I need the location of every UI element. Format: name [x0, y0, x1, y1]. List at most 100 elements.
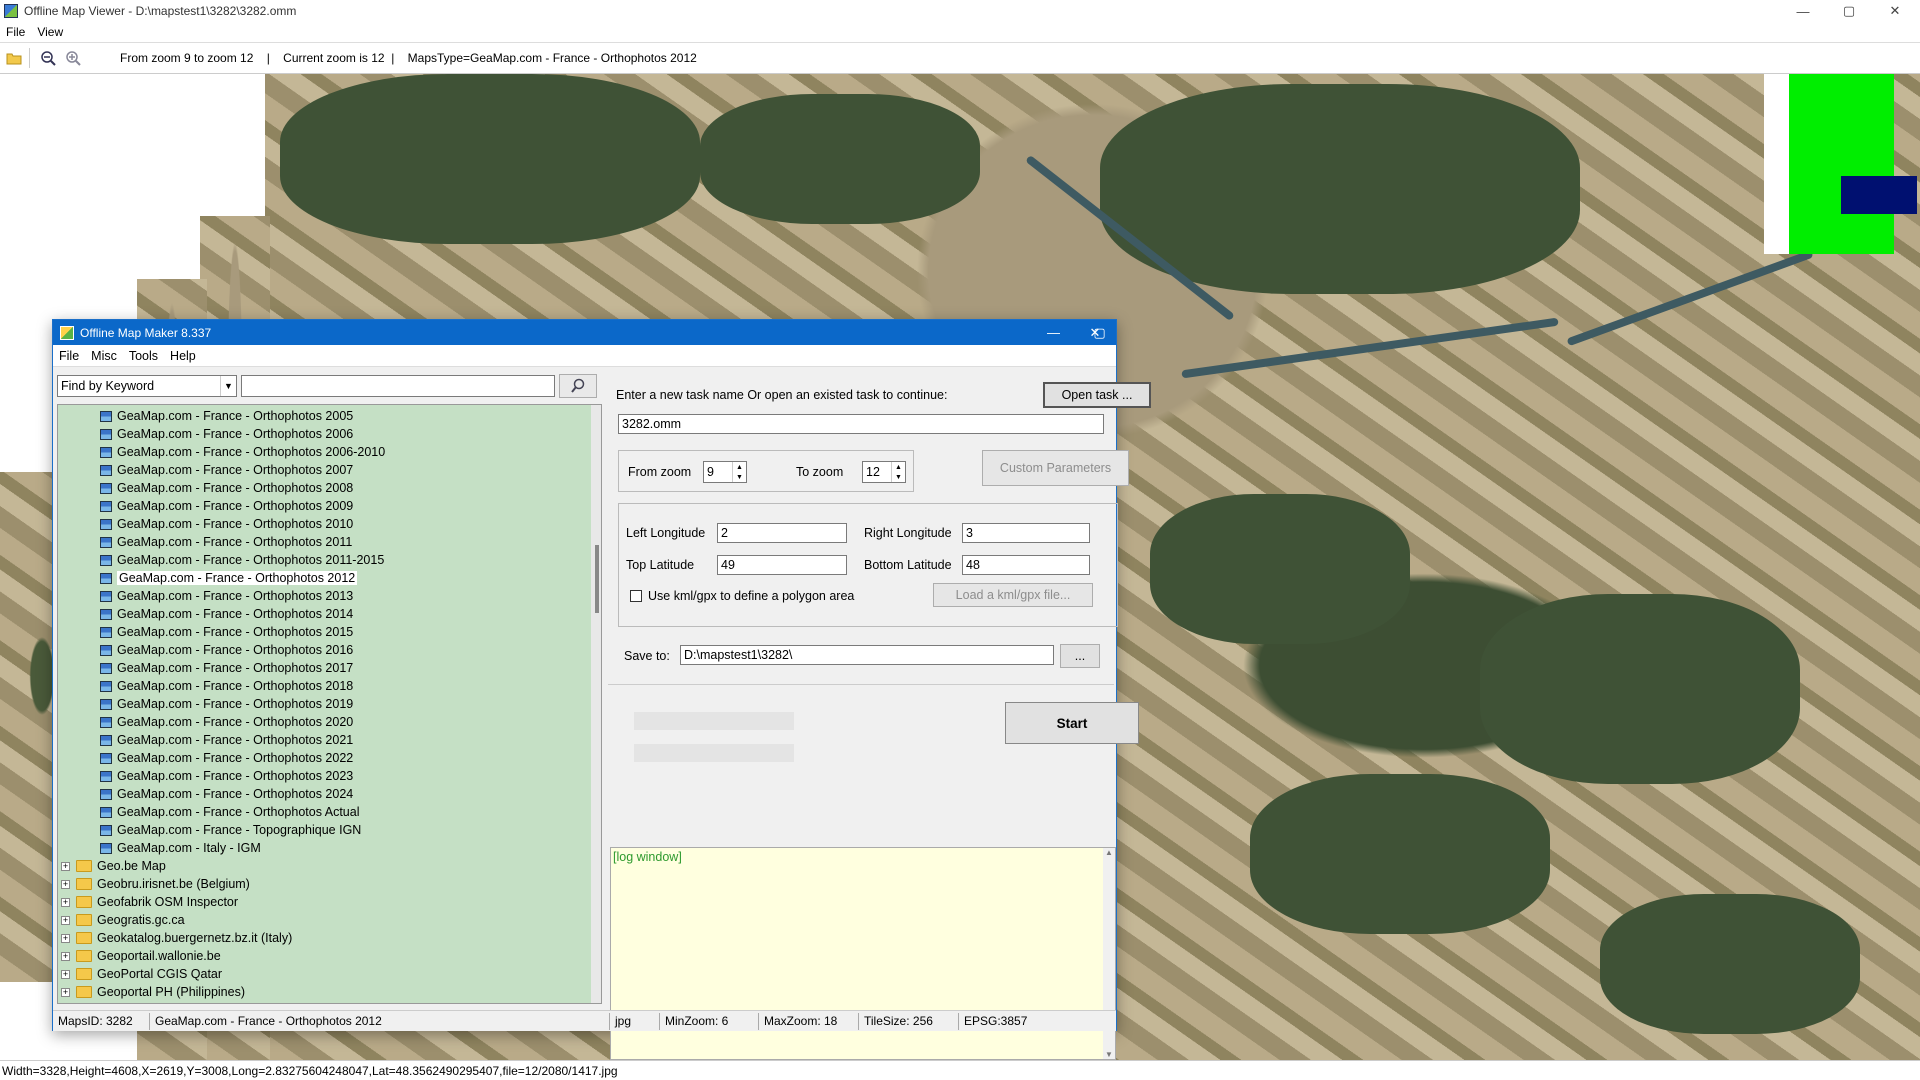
search-input[interactable]	[241, 375, 555, 397]
tree-map-item[interactable]: GeaMap.com - France - Orthophotos 2020	[100, 713, 353, 731]
stepper-arrows-icon[interactable]: ▲ ▼	[732, 462, 746, 482]
minimize-button[interactable]: —	[1780, 0, 1826, 22]
menu-file[interactable]: File	[0, 25, 31, 39]
expand-icon[interactable]: +	[61, 861, 70, 871]
tree-map-item[interactable]: GeaMap.com - France - Orthophotos 2013	[100, 587, 353, 605]
tree-map-item[interactable]: GeaMap.com - France - Orthophotos Actual	[100, 803, 359, 821]
expand-icon[interactable]: +	[61, 915, 70, 925]
zoom-out-icon[interactable]	[37, 47, 59, 69]
left-longitude-input[interactable]: 2	[717, 523, 847, 543]
bottom-latitude-input[interactable]: 48	[962, 555, 1090, 575]
tree-map-item[interactable]: GeaMap.com - France - Orthophotos 2015	[100, 623, 353, 641]
toolbar: From zoom 9 to zoom 12 | Current zoom is…	[0, 42, 1920, 74]
tree-map-item[interactable]: GeaMap.com - France - Orthophotos 2011	[100, 533, 352, 551]
folder-icon	[76, 986, 92, 998]
bottom-latitude-label: Bottom Latitude	[864, 558, 952, 572]
tree-folder-item[interactable]: + Geofabrik OSM Inspector	[61, 893, 238, 911]
expand-icon[interactable]: +	[61, 987, 70, 997]
toolbar-divider	[29, 48, 30, 68]
tree-folder-label: Geo.be Map	[97, 859, 166, 873]
dialog-menu-misc[interactable]: Misc	[85, 349, 123, 363]
tree-map-item[interactable]: GeaMap.com - France - Orthophotos 2008	[100, 479, 353, 497]
tree-scroll-thumb[interactable]	[595, 545, 599, 613]
tree-folder-item[interactable]: + Geoportal PH (Philippines)	[61, 983, 245, 1001]
tree-map-item[interactable]: GeaMap.com - France - Orthophotos 2010	[100, 515, 353, 533]
tree-folder-item[interactable]: + Geobru.irisnet.be (Belgium)	[61, 875, 250, 893]
save-path-input[interactable]: D:\mapstest1\3282\	[680, 645, 1054, 665]
tree-map-item[interactable]: GeaMap.com - France - Orthophotos 2023	[100, 767, 353, 785]
maximize-button[interactable]: ▢	[1826, 0, 1872, 22]
map-source-panel: Find by Keyword ▼ GeaMap.com - France - O…	[57, 372, 602, 1004]
expand-icon[interactable]: +	[61, 933, 70, 943]
zoom-in-icon[interactable]	[62, 47, 84, 69]
tree-map-item[interactable]: GeaMap.com - France - Orthophotos 2024	[100, 785, 353, 803]
right-longitude-input[interactable]: 3	[962, 523, 1090, 543]
overview-minimap[interactable]	[1764, 74, 1917, 254]
tree-map-item[interactable]: GeaMap.com - France - Orthophotos 2012	[100, 569, 358, 587]
close-button[interactable]: ✕	[1872, 0, 1918, 22]
search-button[interactable]	[559, 374, 597, 398]
tree-map-item[interactable]: GeaMap.com - France - Orthophotos 2006	[100, 425, 353, 443]
open-task-button[interactable]: Open task ...	[1043, 382, 1151, 408]
task-name-input[interactable]: 3282.omm	[618, 414, 1104, 434]
start-button[interactable]: Start	[1005, 702, 1139, 744]
to-zoom-stepper[interactable]: 12 ▲ ▼	[862, 461, 906, 483]
dialog-menu-file[interactable]: File	[53, 349, 85, 363]
tree-folder-item[interactable]: + GeoPortal CGIS Qatar	[61, 965, 222, 983]
expand-icon[interactable]: +	[61, 969, 70, 979]
dialog-menu-help[interactable]: Help	[164, 349, 202, 363]
tree-folder-item[interactable]: + Geokatalog.buergernetz.bz.it (Italy)	[61, 929, 292, 947]
load-kml-button[interactable]: Load a kml/gpx file...	[933, 583, 1093, 607]
dialog-close-button[interactable]: ✕	[1075, 320, 1115, 345]
map-source-tree[interactable]: GeaMap.com - France - Orthophotos 2005 Ge…	[57, 404, 602, 1004]
browse-button[interactable]: ...	[1060, 644, 1100, 668]
tree-map-item[interactable]: GeaMap.com - France - Topographique IGN	[100, 821, 361, 839]
use-kml-checkbox[interactable]	[630, 590, 642, 602]
dialog-minimize-button[interactable]: —	[1031, 320, 1076, 345]
custom-parameters-button[interactable]: Custom Parameters	[982, 450, 1129, 486]
tree-map-item[interactable]: GeaMap.com - France - Orthophotos 2005	[100, 407, 353, 425]
tree-map-item[interactable]: GeaMap.com - France - Orthophotos 2018	[100, 677, 353, 695]
tree-map-item[interactable]: GeaMap.com - Italy - IGM	[100, 839, 261, 857]
dialog-menu-tools[interactable]: Tools	[123, 349, 164, 363]
tree-scrollbar[interactable]	[591, 405, 601, 1003]
tree-map-item[interactable]: GeaMap.com - France - Orthophotos 2006-2…	[100, 443, 385, 461]
forest-area	[1480, 594, 1800, 784]
map-layer-icon	[100, 698, 112, 710]
scroll-up-icon[interactable]: ▲	[1105, 848, 1113, 857]
tree-item-label: GeaMap.com - France - Orthophotos 2016	[117, 643, 354, 657]
tree-folder-item[interactable]: + Geo.be Map	[61, 857, 166, 875]
menu-view[interactable]: View	[31, 25, 69, 39]
tree-folder-item[interactable]: + Geoportail.wallonie.be	[61, 947, 221, 965]
expand-icon[interactable]: +	[61, 951, 70, 961]
minimap-viewport[interactable]	[1841, 176, 1917, 214]
search-mode-select[interactable]: Find by Keyword ▼	[57, 375, 237, 397]
stepper-arrows-icon[interactable]: ▲ ▼	[891, 462, 905, 482]
to-zoom-label: To zoom	[796, 465, 844, 479]
window-title: Offline Map Viewer - D:\mapstest1\3282\3…	[24, 4, 297, 18]
map-layer-icon	[100, 734, 112, 746]
tree-item-label: GeaMap.com - France - Orthophotos 2020	[117, 715, 354, 729]
tree-item-label: GeaMap.com - France - Orthophotos 2018	[117, 679, 354, 693]
expand-icon[interactable]: +	[61, 897, 70, 907]
tree-folder-label: Geoportail.wallonie.be	[97, 949, 221, 963]
tree-map-item[interactable]: GeaMap.com - France - Orthophotos 2014	[100, 605, 353, 623]
tree-folder-item[interactable]: + Geogratis.gc.ca	[61, 911, 185, 929]
tree-map-item[interactable]: GeaMap.com - France - Orthophotos 2007	[100, 461, 353, 479]
tree-map-item[interactable]: GeaMap.com - France - Orthophotos 2011-2…	[100, 551, 384, 569]
map-layer-icon	[100, 842, 112, 854]
tree-map-item[interactable]: GeaMap.com - France - Orthophotos 2009	[100, 497, 353, 515]
expand-icon[interactable]: +	[61, 879, 70, 889]
tree-map-item[interactable]: GeaMap.com - France - Orthophotos 2021	[100, 731, 353, 749]
scroll-down-icon[interactable]: ▼	[1105, 1050, 1113, 1059]
tree-map-item[interactable]: GeaMap.com - France - Orthophotos 2022	[100, 749, 353, 767]
tree-map-item[interactable]: GeaMap.com - France - Orthophotos 2019	[100, 695, 353, 713]
open-folder-icon[interactable]	[3, 47, 25, 69]
app-icon	[4, 4, 18, 18]
tree-map-item[interactable]: GeaMap.com - France - Orthophotos 2016	[100, 641, 353, 659]
from-zoom-stepper[interactable]: 9 ▲ ▼	[703, 461, 747, 483]
map-layer-icon	[100, 590, 112, 602]
top-latitude-input[interactable]: 49	[717, 555, 847, 575]
tree-map-item[interactable]: GeaMap.com - France - Orthophotos 2017	[100, 659, 353, 677]
map-layer-icon	[100, 770, 112, 782]
